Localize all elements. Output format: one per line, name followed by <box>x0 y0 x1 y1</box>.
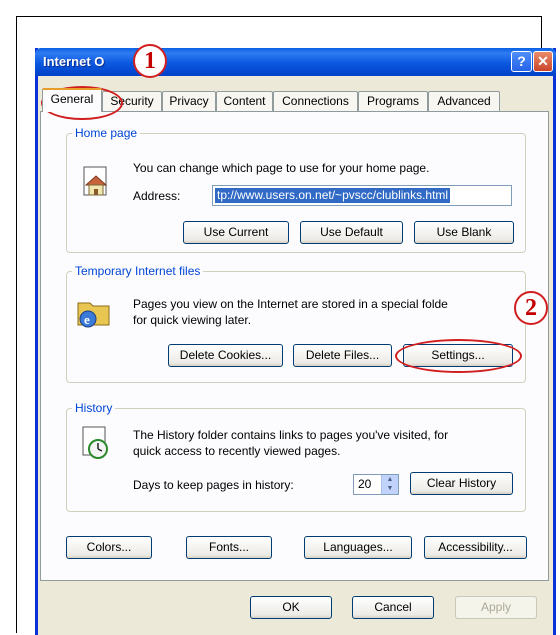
delete-files-button[interactable]: Delete Files... <box>293 344 392 367</box>
use-current-button[interactable]: Use Current <box>183 221 289 244</box>
spinner-arrows[interactable]: ▲ ▼ <box>381 475 398 494</box>
step-2-badge: 2 <box>514 291 548 325</box>
temp-files-group-label: Temporary Internet files <box>72 264 204 278</box>
settings-annotation-oval <box>395 339 522 373</box>
step-1-badge: 1 <box>133 44 167 78</box>
tab-privacy[interactable]: Privacy <box>162 91 216 111</box>
clear-history-button[interactable]: Clear History <box>410 472 513 495</box>
days-value: 20 <box>358 477 372 491</box>
apply-button[interactable]: Apply <box>455 596 537 619</box>
colors-button[interactable]: Colors... <box>66 536 152 559</box>
days-label: Days to keep pages in history: <box>133 478 294 492</box>
home-page-icon <box>80 165 112 204</box>
delete-cookies-button[interactable]: Delete Cookies... <box>168 344 283 367</box>
help-button[interactable]: ? <box>511 51 532 72</box>
history-group <box>66 408 526 512</box>
languages-button[interactable]: Languages... <box>304 536 412 559</box>
window-title: Internet O <box>43 54 105 69</box>
tab-connections[interactable]: Connections <box>273 91 358 111</box>
temp-files-description-line1: Pages you view on the Internet are store… <box>133 297 448 311</box>
address-input[interactable]: tp://www.users.on.net/~pvscc/clublinks.h… <box>212 185 512 206</box>
tab-content[interactable]: Content <box>216 91 273 111</box>
history-description-line2: quick access to recently viewed pages. <box>133 444 341 458</box>
accessibility-button[interactable]: Accessibility... <box>424 536 527 559</box>
svg-text:e: e <box>84 312 90 327</box>
ok-button[interactable]: OK <box>250 596 332 619</box>
tab-advanced[interactable]: Advanced <box>428 91 500 111</box>
tab-general[interactable]: General <box>42 88 102 112</box>
tab-programs[interactable]: Programs <box>358 91 428 111</box>
history-description-line1: The History folder contains links to pag… <box>133 428 449 442</box>
home-page-description: You can change which page to use for you… <box>133 161 430 175</box>
address-value: tp://www.users.on.net/~pvscc/clublinks.h… <box>215 188 451 203</box>
fonts-button[interactable]: Fonts... <box>186 536 272 559</box>
chevron-down-icon[interactable]: ▼ <box>382 484 398 493</box>
history-icon <box>80 425 112 466</box>
use-blank-button[interactable]: Use Blank <box>414 221 514 244</box>
history-group-label: History <box>72 401 116 415</box>
title-bar[interactable]: Internet O ? ✕ <box>35 48 556 76</box>
days-spinner[interactable]: 20 ▲ ▼ <box>353 474 399 495</box>
temp-files-description-line2: for quick viewing later. <box>133 313 252 327</box>
home-page-group-label: Home page <box>72 126 141 140</box>
temp-files-folder-icon: e <box>76 293 112 336</box>
chevron-up-icon[interactable]: ▲ <box>382 475 398 484</box>
cancel-button[interactable]: Cancel <box>352 596 434 619</box>
close-button[interactable]: ✕ <box>533 51 553 72</box>
use-default-button[interactable]: Use Default <box>300 221 403 244</box>
address-label: Address: <box>133 189 181 203</box>
